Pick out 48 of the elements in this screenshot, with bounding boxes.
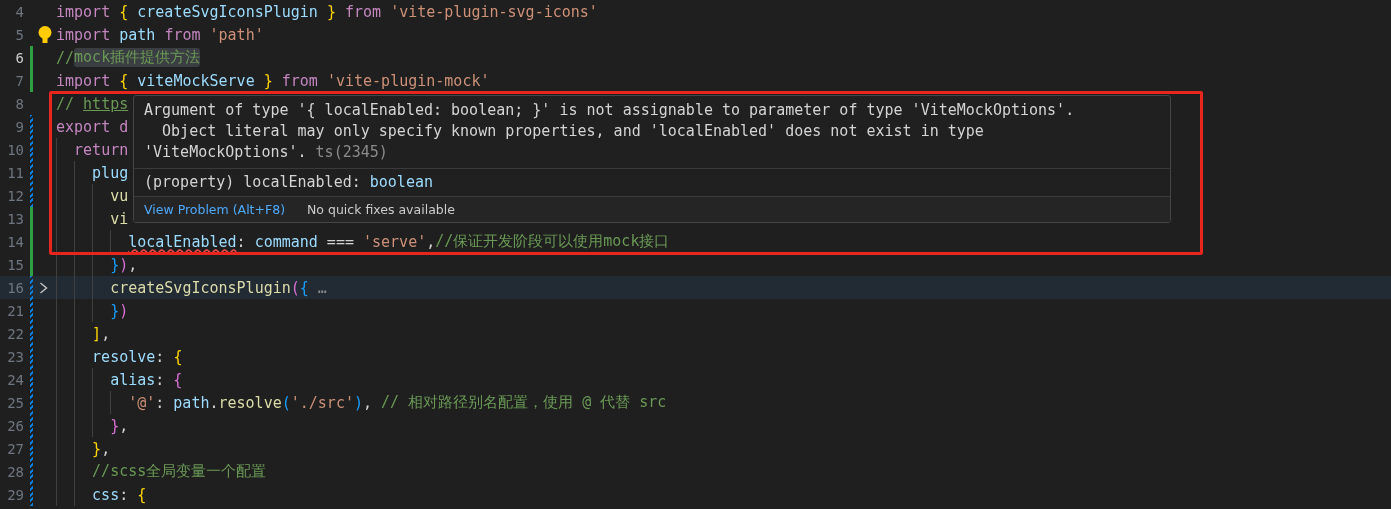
code-line: // https (56, 93, 129, 115)
code-line: alias: { (56, 368, 183, 391)
chevron-right-icon[interactable] (39, 281, 48, 294)
code-line: }, (56, 437, 111, 460)
line-number: 14 (6, 233, 24, 250)
line-number: 10 (6, 141, 24, 158)
code-line: plug (56, 161, 129, 184)
lightbulb-icon[interactable] (38, 26, 52, 43)
line-number: 12 (6, 187, 24, 204)
line-number: 7 (14, 72, 24, 89)
code-line: //mock插件提供方法 (56, 47, 201, 69)
code-line: import { createSvgIconsPlugin } from 'vite-plugin-svg-icons' (56, 1, 598, 23)
line-number: 23 (6, 348, 24, 365)
line-number: 8 (14, 95, 24, 112)
code-line: vu (56, 184, 129, 207)
code-line: }, (56, 414, 129, 437)
line-number: 6 (14, 49, 24, 66)
code-line: import path from 'path' (56, 24, 264, 46)
line-number: 4 (14, 3, 24, 20)
line-number: 24 (6, 371, 24, 388)
code-line: '@': path.resolve('./src'), // 相对路径别名配置，使用 @ 代替 src (56, 391, 667, 414)
line-number: 29 (6, 486, 24, 503)
code-line: createSvgIconsPlugin({ … (56, 276, 327, 299)
line-number: 21 (6, 302, 24, 319)
view-problem-link[interactable]: View Problem (Alt+F8) (144, 202, 285, 217)
line-number: 26 (6, 417, 24, 434)
line-number: 13 (6, 210, 24, 227)
code-line: export d (56, 116, 129, 138)
code-line: ], (56, 322, 111, 345)
error-message: Argument of type '{ localEnabled: boolean; }' is not assignable to parameter of type 'ViteMockOptions'. Object literal may only specify known properties, and 'localEnabled' does not exist in type 'ViteMockOptions'. ts(2345) (134, 96, 1170, 169)
code-line: resolve: { (56, 345, 183, 368)
code-line: vi (56, 207, 129, 230)
code-line: localEnabled: command === 'serve',//保证开发阶段可以使用mock接口 (56, 230, 670, 253)
line-number: 22 (6, 325, 24, 342)
code-line: }) (56, 299, 129, 322)
line-number: 5 (14, 26, 24, 43)
quick-fix-status: No quick fixes available (307, 202, 455, 217)
line-number: 28 (6, 463, 24, 480)
line-number: 27 (6, 440, 24, 457)
code-line: css: { (56, 483, 147, 506)
code-line: //scss全局变量一个配置 (56, 460, 267, 483)
line-number: 15 (6, 256, 24, 273)
code-line: return (56, 138, 129, 161)
line-number: 16 (6, 279, 24, 296)
line-number: 25 (6, 394, 24, 411)
line-number: 11 (6, 164, 24, 181)
code-line: import { viteMockServe } from 'vite-plugin-mock' (56, 70, 490, 92)
line-number: 9 (14, 118, 24, 135)
